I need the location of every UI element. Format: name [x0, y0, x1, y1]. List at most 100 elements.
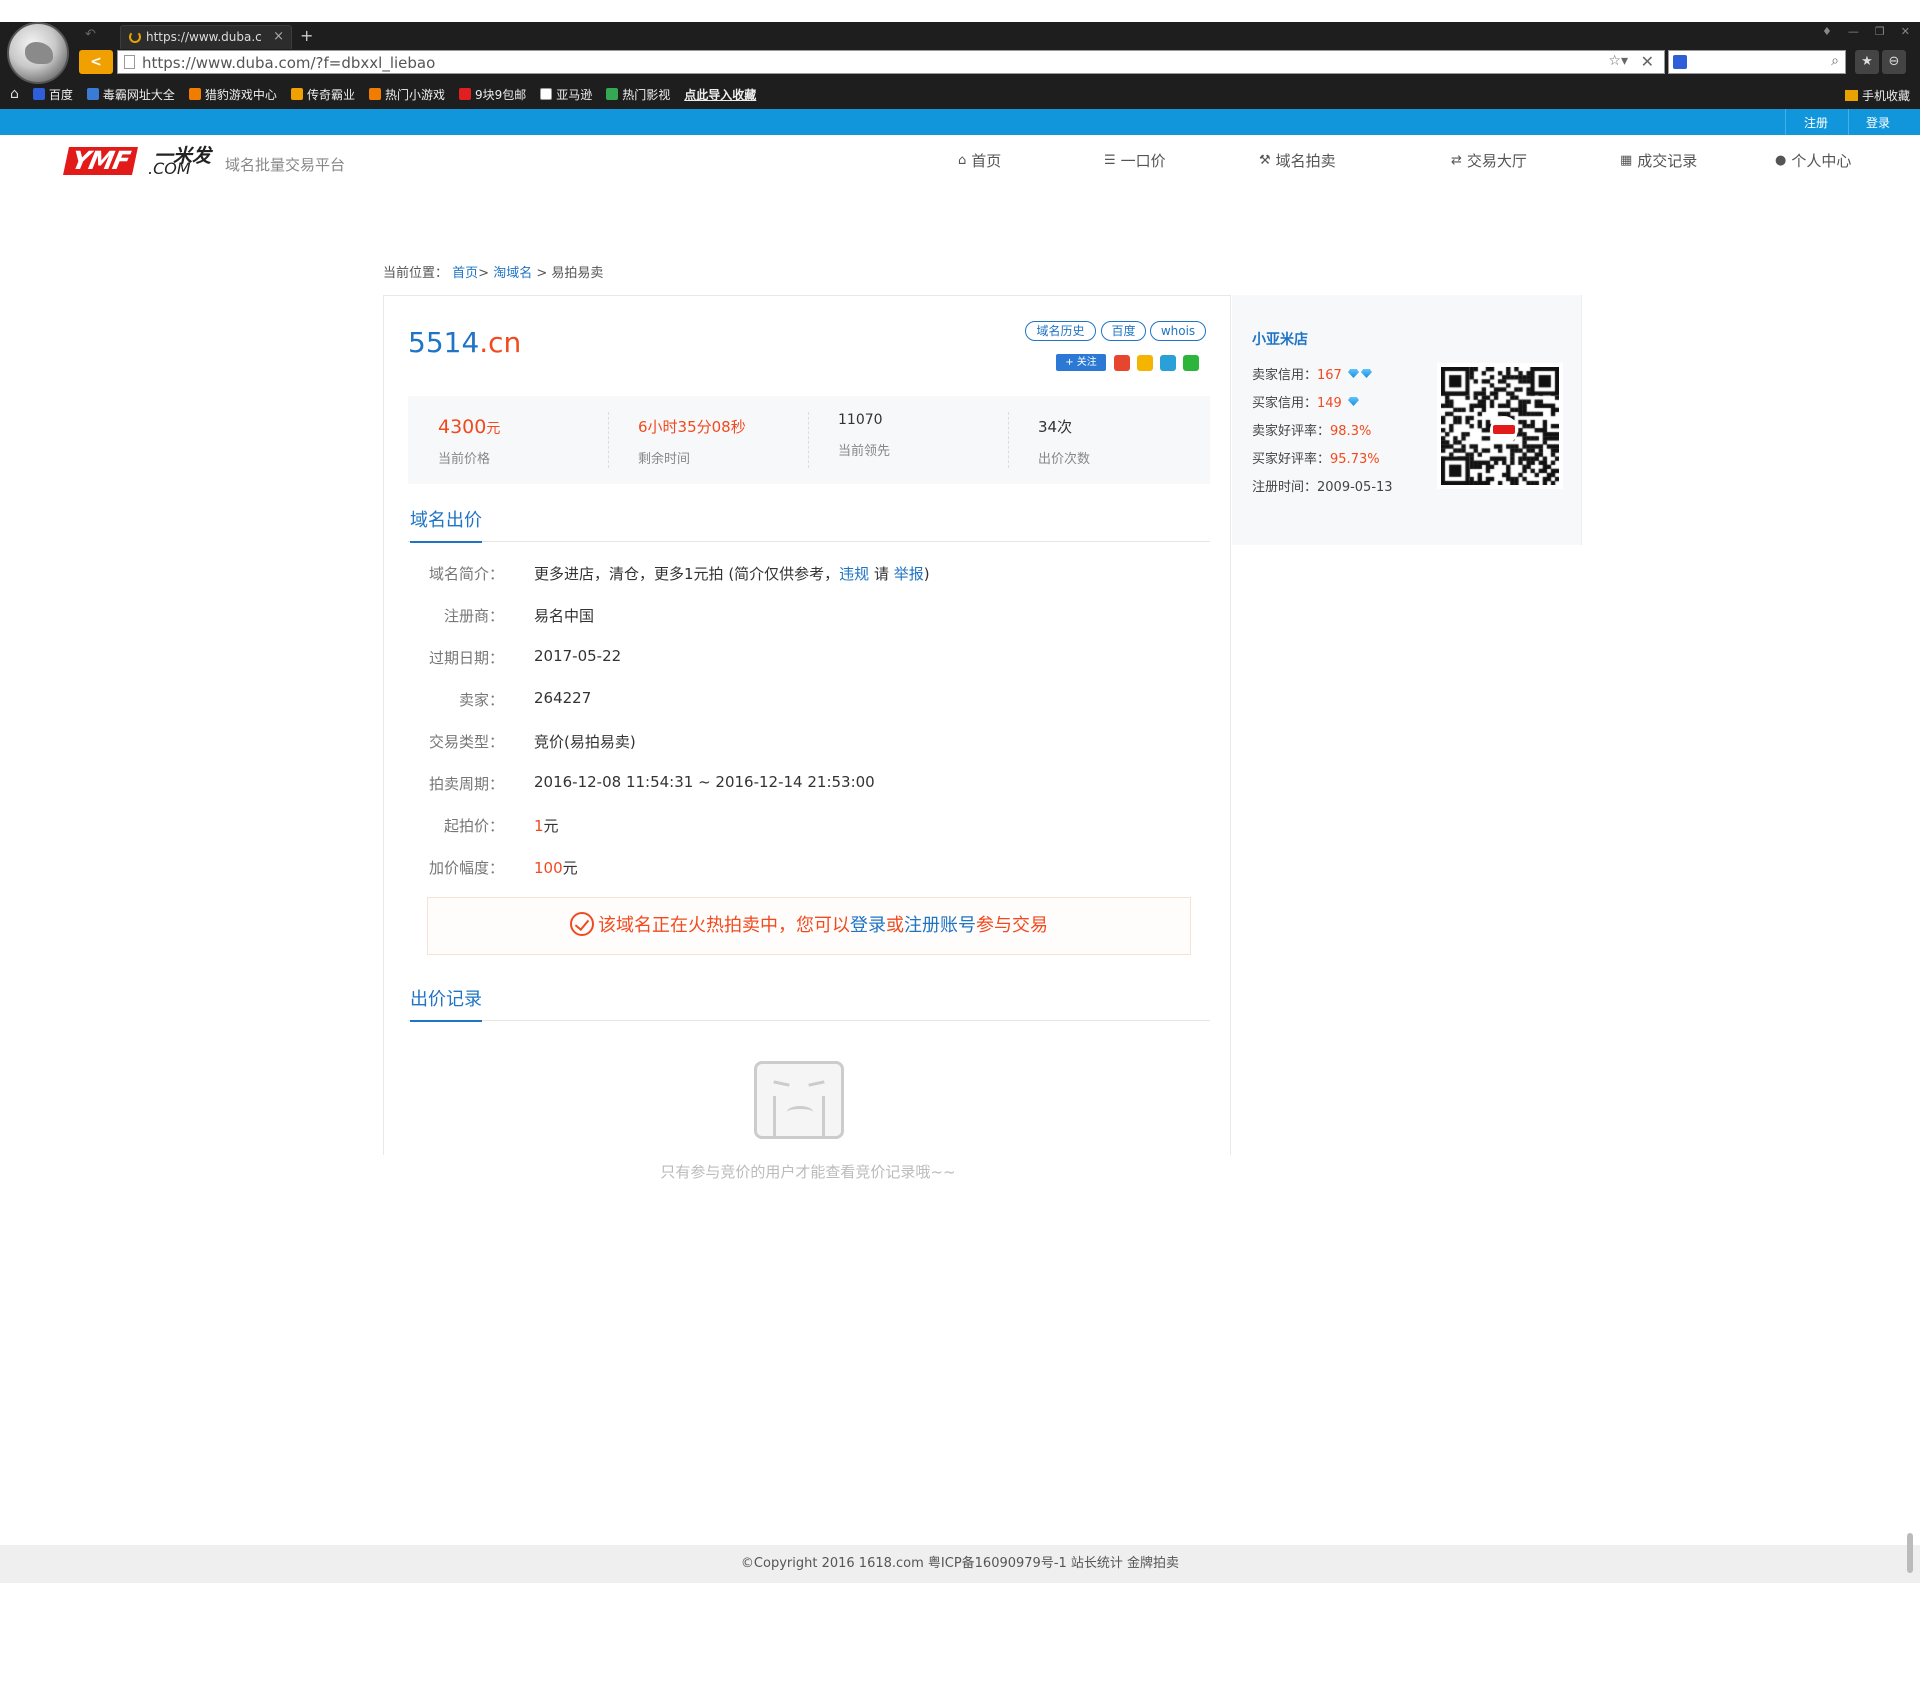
nav-label: 一口价 — [1120, 152, 1166, 170]
price-unit: 元 — [486, 421, 501, 437]
url-text[interactable]: https://www.duba.com/?f=dbxxl_liebao — [142, 54, 435, 72]
logo-com: .COM — [148, 159, 191, 178]
info-increment: 加价幅度： 100元 — [408, 857, 1208, 881]
favorite-item[interactable]: 9块9包邮 — [458, 86, 526, 103]
leader-value: 11070 — [838, 412, 883, 428]
nav-home[interactable]: ⌂ 首页 — [958, 150, 1001, 171]
qr-code-image — [1437, 363, 1563, 489]
domain-tld: .cn — [479, 326, 522, 359]
buyer-rate: 买家好评率：95.73% — [1252, 448, 1380, 467]
domain-title: 5514.cn — [408, 326, 521, 359]
tab-active[interactable]: https://www.duba.c × — [120, 25, 292, 49]
search-icon[interactable]: ⌕ — [1831, 53, 1839, 69]
site-header: YMF 一米发 .COM 域名批量交易平台 ⌂ 首页 ☰ 一口价 ⚒ 域名拍卖 … — [0, 135, 1920, 195]
favorite-icon — [368, 88, 381, 100]
buyer-rate-label: 买家好评率： — [1252, 452, 1331, 467]
import-favorites-link[interactable]: 点此导入收藏 — [684, 86, 756, 103]
tencent-share-icon[interactable] — [1160, 355, 1176, 371]
auction-notice: 该域名正在火热拍卖中，您可以登录或注册账号参与交易 — [427, 897, 1191, 955]
qr-logo-icon — [1490, 416, 1518, 444]
registrar-value: 易名中国 — [534, 607, 595, 625]
exchange-icon: ⇄ — [1451, 153, 1462, 168]
domain-name: 5514 — [408, 326, 480, 359]
notice-register-link[interactable]: 注册账号 — [904, 915, 976, 936]
records-section-title[interactable]: 出价记录 — [410, 985, 482, 1022]
wechat-share-icon[interactable] — [1183, 355, 1199, 371]
report-link[interactable]: 举报 — [894, 565, 924, 583]
domain-detail-panel: 5514.cn 域名历史 百度 whois + 关注 4300元 当前价格 6小… — [383, 295, 1231, 1181]
scrollbar-thumb[interactable] — [1907, 1533, 1913, 1573]
qzone-share-icon[interactable] — [1137, 355, 1153, 371]
register-date-value: 2009-05-13 — [1317, 480, 1393, 495]
breadcrumb-category[interactable]: 淘域名 — [493, 266, 532, 281]
notice-or: 或 — [886, 915, 904, 936]
favorite-item[interactable]: 传奇霸业 — [290, 86, 355, 103]
favorite-icon — [458, 88, 471, 100]
site-logo[interactable]: YMF 一米发 .COM — [63, 143, 214, 178]
price-value: 4300元 — [438, 416, 500, 438]
bid-section-title[interactable]: 域名出价 — [410, 506, 482, 543]
weibo-share-icon[interactable] — [1114, 355, 1130, 371]
nav-label: 域名拍卖 — [1275, 152, 1336, 170]
nav-label: 成交记录 — [1637, 152, 1698, 170]
expire-value: 2017-05-22 — [534, 647, 622, 665]
back-button[interactable]: < — [79, 50, 113, 74]
follow-button[interactable]: + 关注 — [1056, 354, 1106, 371]
register-link[interactable]: 注册 — [1804, 114, 1828, 131]
nav-trading-hall[interactable]: ⇄ 交易大厅 — [1451, 150, 1527, 171]
stop-icon[interactable]: ✕ — [1641, 52, 1654, 71]
nav-label: 交易大厅 — [1466, 152, 1527, 170]
start-price-value: 1元 — [534, 815, 559, 836]
diamond-icon — [1360, 369, 1372, 378]
whois-button[interactable]: whois — [1150, 321, 1206, 341]
nav-fixed-price[interactable]: ☰ 一口价 — [1104, 150, 1166, 171]
favorite-item[interactable]: 热门小游戏 — [368, 86, 445, 103]
folder-icon — [1844, 90, 1858, 101]
undo-close-icon[interactable]: ↶ — [85, 27, 96, 42]
minimize-button[interactable]: — — [1848, 25, 1859, 38]
close-window-button[interactable]: ✕ — [1901, 25, 1910, 38]
breadcrumb-home[interactable]: 首页 — [452, 266, 478, 281]
favorite-item[interactable]: 百度 — [32, 86, 73, 103]
notice-login-link[interactable]: 登录 — [850, 915, 886, 936]
address-bar[interactable]: https://www.duba.com/?f=dbxxl_liebao ☆▾ … — [117, 50, 1665, 74]
breadcrumb-current: 易拍易卖 — [551, 266, 604, 281]
archive-icon: ▦ — [1620, 153, 1633, 168]
favorite-label: 亚马逊 — [556, 87, 593, 102]
mobile-favorites[interactable]: 手机收藏 — [1844, 87, 1910, 104]
favorite-icon — [188, 88, 201, 100]
check-circle-icon — [570, 912, 594, 936]
favorite-item[interactable]: 热门影视 — [606, 86, 670, 103]
nav-label: 个人中心 — [1791, 152, 1852, 170]
restore-button[interactable]: ❐ — [1875, 25, 1885, 38]
favorite-item[interactable]: 猎豹游戏中心 — [188, 86, 277, 103]
tab-close-button[interactable]: × — [273, 29, 284, 44]
info-seller: 卖家： 264227 — [408, 689, 1208, 713]
diamond-icon — [1347, 397, 1359, 406]
nav-auction[interactable]: ⚒ 域名拍卖 — [1259, 150, 1336, 171]
info-registrar: 注册商： 易名中国 — [408, 605, 1208, 629]
favorites-icon[interactable]: ★ — [1855, 50, 1879, 74]
menu-icon[interactable]: ⊖ — [1882, 50, 1906, 74]
favorite-label: 传奇霸业 — [306, 87, 355, 102]
price-label: 当前价格 — [438, 452, 491, 467]
bookmark-star-icon[interactable]: ☆▾ — [1608, 53, 1628, 69]
login-link[interactable]: 登录 — [1866, 114, 1890, 131]
favorite-item[interactable]: 毒霸网址大全 — [86, 86, 175, 103]
register-date: 注册时间：2009-05-13 — [1252, 476, 1393, 495]
nav-records[interactable]: ▦ 成交记录 — [1620, 150, 1697, 171]
info-trade-type: 交易类型： 竞价(易拍易卖) — [408, 731, 1208, 755]
browser-logo-icon[interactable] — [7, 22, 69, 84]
skin-icon[interactable]: ♦ — [1822, 25, 1832, 38]
violation-link[interactable]: 违规 — [839, 565, 869, 583]
favorite-item[interactable]: 亚马逊 — [540, 86, 592, 103]
intro-label: 域名简介： — [428, 565, 504, 583]
browser-search-input[interactable]: ⌕ — [1668, 50, 1846, 74]
baidu-button[interactable]: 百度 — [1101, 321, 1146, 341]
new-tab-button[interactable]: + — [300, 26, 313, 45]
home-icon[interactable]: ⌂ — [10, 86, 19, 102]
shop-name[interactable]: 小亚米店 — [1252, 329, 1308, 349]
domain-history-button[interactable]: 域名历史 — [1025, 321, 1096, 341]
nav-user-center[interactable]: ● 个人中心 — [1775, 150, 1851, 171]
search-engine-icon[interactable] — [1673, 55, 1687, 69]
